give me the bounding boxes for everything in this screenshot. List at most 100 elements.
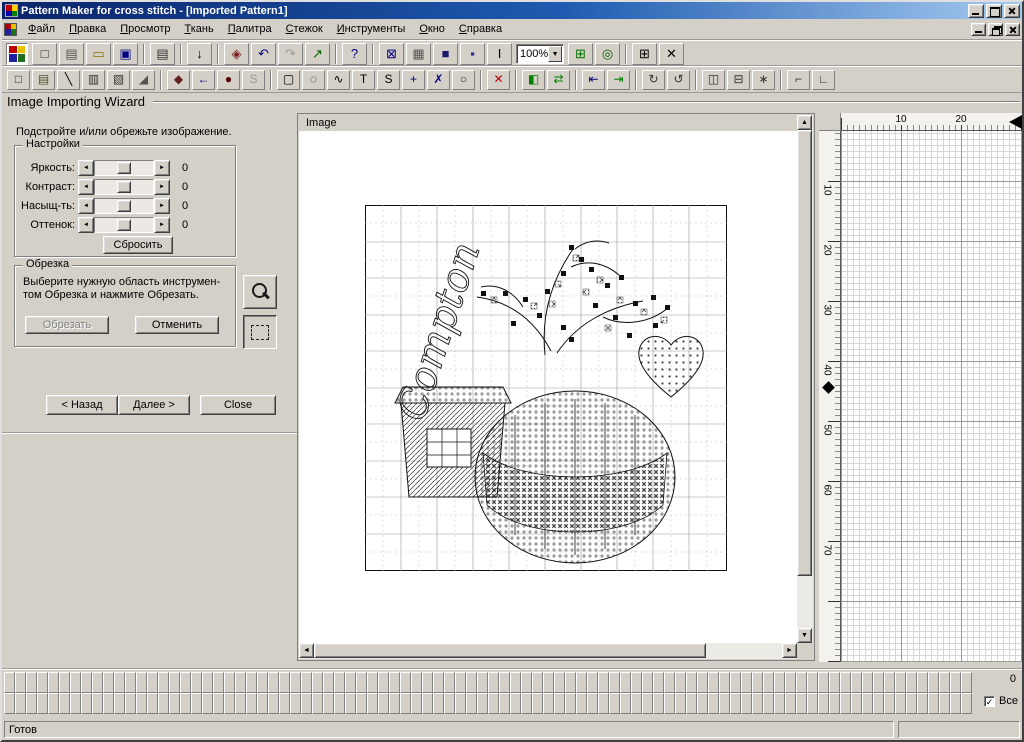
palette-cell[interactable] — [774, 693, 785, 714]
preview-vertical-scrollbar[interactable]: ▲ ▼ — [797, 115, 813, 643]
palette-cell[interactable] — [466, 693, 477, 714]
palette-cell[interactable] — [653, 672, 664, 693]
palette-cell[interactable] — [433, 672, 444, 693]
replace-color-button[interactable]: ⇄ — [547, 69, 570, 90]
quarter-stitch-tool-button[interactable]: ◢ — [132, 69, 155, 90]
pattern-preview-image[interactable]: Compton — [365, 205, 727, 571]
palette-cell[interactable] — [59, 672, 70, 693]
palette-cell[interactable] — [279, 693, 290, 714]
menu-Просмотр[interactable]: Просмотр — [113, 21, 177, 38]
select-freehand-button[interactable]: ∿ — [327, 69, 350, 90]
palette-cell[interactable] — [763, 693, 774, 714]
palette-cell[interactable] — [609, 693, 620, 714]
palette-cell[interactable] — [411, 672, 422, 693]
menu-Файл[interactable]: Файл — [21, 21, 62, 38]
palette-cell[interactable] — [543, 693, 554, 714]
menu-Правка[interactable]: Правка — [62, 21, 113, 38]
palette-cell[interactable] — [697, 693, 708, 714]
zoom-select[interactable]: 100% ▼ — [516, 43, 564, 64]
delete-button[interactable]: ✕ — [487, 69, 510, 90]
scroll-down-icon[interactable]: ▼ — [797, 628, 812, 643]
line-tool-button[interactable]: ╲ — [57, 69, 80, 90]
palette-cell[interactable] — [158, 693, 169, 714]
palette-cell[interactable] — [367, 693, 378, 714]
palette-cell[interactable] — [158, 672, 169, 693]
palette-cell[interactable] — [796, 693, 807, 714]
palette-cell[interactable] — [92, 672, 103, 693]
palette-cell[interactable] — [15, 693, 26, 714]
palette-cell[interactable] — [246, 672, 257, 693]
zoom-small-button[interactable]: ○ — [452, 69, 475, 90]
palette-cell[interactable] — [708, 672, 719, 693]
palette-cell[interactable] — [642, 693, 653, 714]
palette-cell[interactable] — [136, 672, 147, 693]
palette-cell[interactable] — [312, 693, 323, 714]
palette-cell[interactable] — [455, 672, 466, 693]
palette-cell[interactable] — [345, 693, 356, 714]
menu-Инструменты[interactable]: Инструменты — [330, 21, 413, 38]
palette-cell[interactable] — [840, 672, 851, 693]
print-button[interactable]: ▤ — [150, 42, 175, 65]
palette-cell[interactable] — [906, 693, 917, 714]
palette-cell[interactable] — [323, 672, 334, 693]
palette-cell[interactable] — [818, 672, 829, 693]
palette-cell[interactable] — [455, 693, 466, 714]
menu-Справка[interactable]: Справка — [452, 21, 509, 38]
zoom-tool-button[interactable] — [243, 275, 277, 309]
palette-cell[interactable] — [873, 693, 884, 714]
palette-cell[interactable] — [642, 672, 653, 693]
palette-cell[interactable] — [884, 672, 895, 693]
maximize-button[interactable] — [986, 3, 1002, 18]
palette-cell[interactable] — [103, 693, 114, 714]
palette-cell[interactable] — [961, 693, 972, 714]
mirror-horizontal-button[interactable]: ◫ — [702, 69, 725, 90]
palette-cell[interactable] — [510, 672, 521, 693]
menu-Палитра[interactable]: Палитра — [221, 21, 279, 38]
import-export-button[interactable]: ↓ — [187, 42, 212, 65]
palette-cell[interactable] — [521, 693, 532, 714]
palette-cell[interactable] — [345, 672, 356, 693]
palette-cell[interactable] — [257, 693, 268, 714]
palette-cell[interactable] — [411, 693, 422, 714]
palette-cell[interactable] — [708, 693, 719, 714]
scroll-right-icon[interactable]: ► — [782, 643, 797, 658]
select-ellipse-button[interactable]: ◌ — [302, 69, 325, 90]
scrollbar-thumb[interactable] — [797, 130, 812, 576]
palette-cell[interactable] — [290, 672, 301, 693]
save-button[interactable]: ▣ — [113, 42, 138, 65]
palette-cell[interactable] — [268, 693, 279, 714]
palette-cell[interactable] — [59, 693, 70, 714]
palette-cell[interactable] — [752, 672, 763, 693]
palette-cell[interactable] — [631, 672, 642, 693]
palette-cell[interactable] — [312, 672, 323, 693]
palette-cell[interactable] — [477, 693, 488, 714]
palette-cell[interactable] — [356, 693, 367, 714]
palette-cell[interactable] — [851, 672, 862, 693]
palette-cell[interactable] — [147, 672, 158, 693]
select-rectangle-button[interactable]: ▢ — [277, 69, 300, 90]
palette-cell[interactable] — [477, 672, 488, 693]
palette-cell[interactable] — [323, 693, 334, 714]
palette-cell[interactable] — [741, 693, 752, 714]
palette-cell[interactable] — [400, 672, 411, 693]
edit-tool-button[interactable]: ✗ — [427, 69, 450, 90]
view-information-button[interactable]: I — [487, 42, 512, 65]
palette-cell[interactable] — [444, 693, 455, 714]
palette-cell[interactable] — [895, 672, 906, 693]
slider-track[interactable] — [94, 216, 154, 233]
palette-cell[interactable] — [103, 672, 114, 693]
undo-button[interactable]: ↶ — [251, 42, 276, 65]
palette-cell[interactable] — [48, 672, 59, 693]
palette-cell[interactable] — [609, 672, 620, 693]
palette-cell[interactable] — [895, 693, 906, 714]
palette-cell[interactable] — [422, 693, 433, 714]
palette-cell[interactable] — [598, 672, 609, 693]
slider-decrease-button[interactable]: ◄ — [78, 197, 94, 214]
view-color-blocks-button[interactable]: ▪ — [460, 42, 485, 65]
palette-cell[interactable] — [125, 672, 136, 693]
show-grid-button[interactable]: ⊞ — [632, 42, 657, 65]
palette-cell[interactable] — [466, 672, 477, 693]
palette-cell[interactable] — [433, 693, 444, 714]
scroll-up-icon[interactable]: ▲ — [797, 115, 812, 130]
palette-cell[interactable] — [180, 672, 191, 693]
